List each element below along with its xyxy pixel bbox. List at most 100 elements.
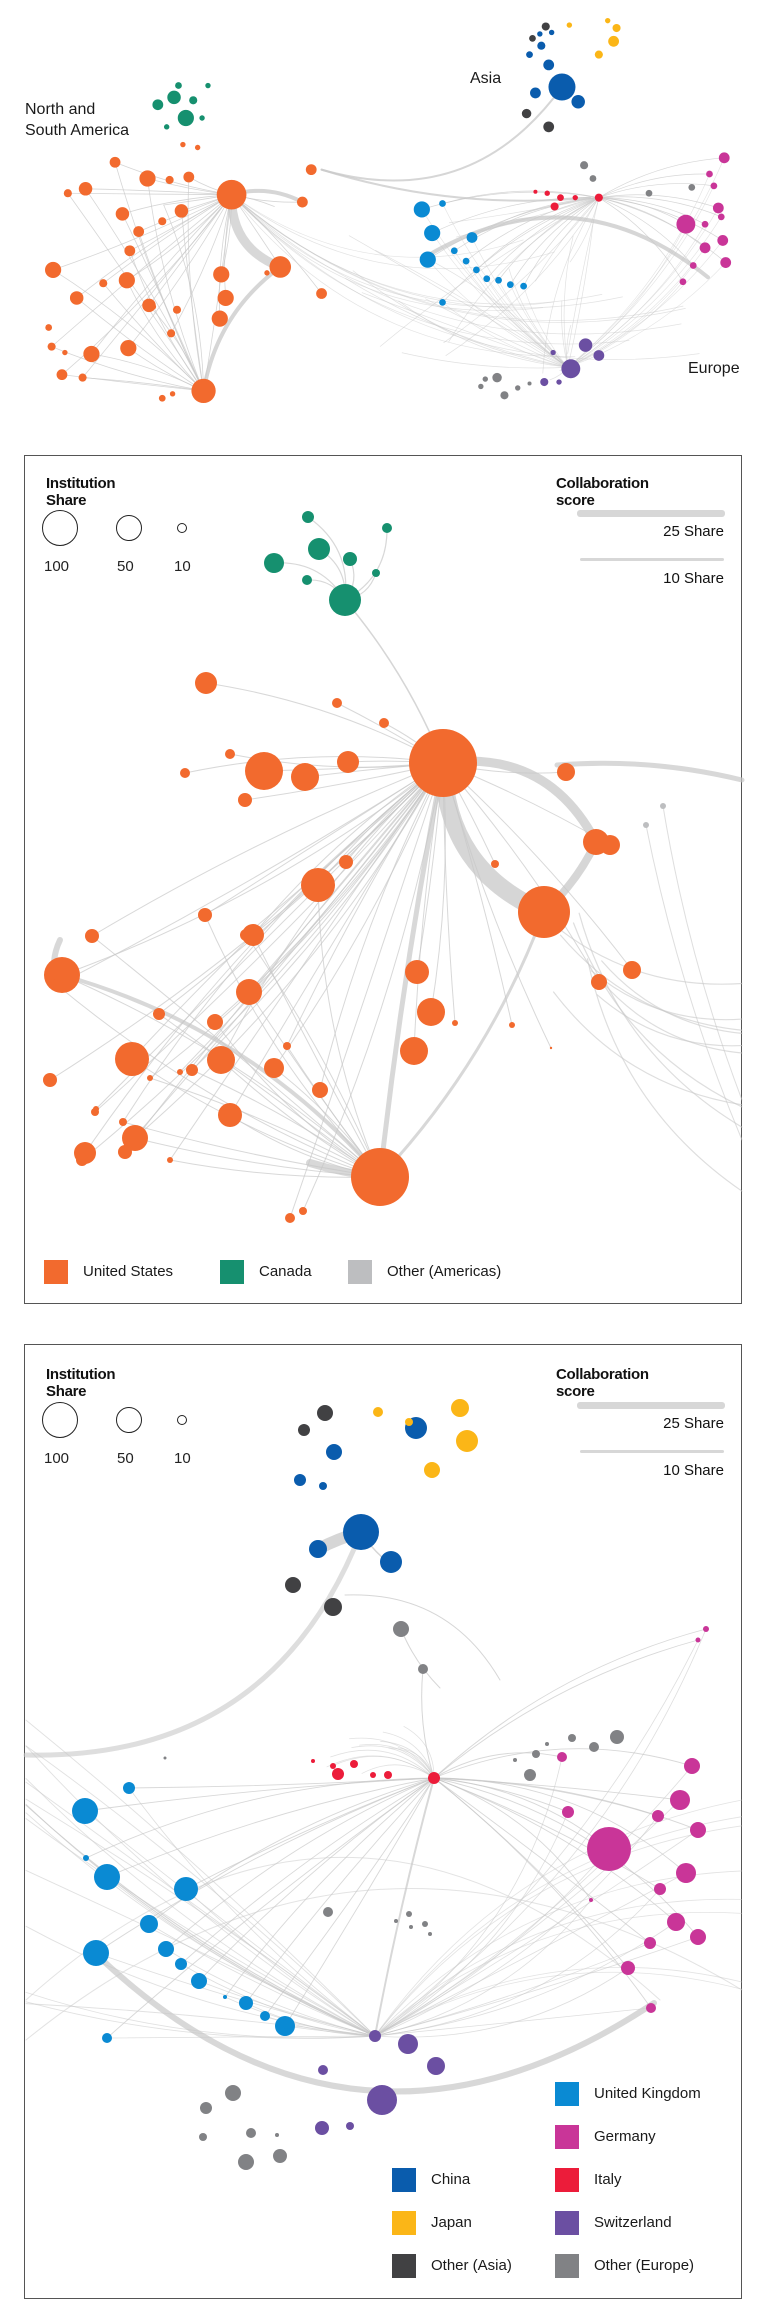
japan-node <box>608 35 619 47</box>
other-europe-node <box>500 391 509 400</box>
germany-node <box>679 278 687 286</box>
china-node <box>543 59 555 71</box>
china-node <box>537 31 543 37</box>
italy-node <box>544 190 550 196</box>
united-kingdom-node <box>483 275 491 283</box>
united-states-node <box>47 342 56 351</box>
collaboration-edge <box>320 168 591 202</box>
united-kingdom-node <box>495 276 502 284</box>
united-states-node <box>174 204 189 218</box>
united-states-node <box>180 141 186 148</box>
size-label-100: 100 <box>44 1450 70 1467</box>
region-label-line: North and <box>25 101 96 118</box>
switzerland-node <box>593 350 605 361</box>
united-states-node <box>264 270 270 276</box>
switzerland-node <box>578 338 593 352</box>
china-node <box>526 51 533 58</box>
united-states-node <box>45 261 62 279</box>
collaboration-edge <box>181 210 204 392</box>
collaboration-edge <box>567 262 726 368</box>
collaboration-edge <box>379 197 600 347</box>
legend-swatch-germany <box>555 2125 579 2149</box>
united-kingdom-node <box>419 251 436 268</box>
united-states-node <box>296 196 308 208</box>
collaboration-edge <box>320 86 563 182</box>
size-legend-title: Institution Share <box>46 475 116 509</box>
china-node <box>548 73 576 101</box>
collaboration-edge <box>567 157 725 368</box>
china-node <box>537 41 546 50</box>
japan-node <box>566 22 573 28</box>
united-kingdom-node <box>424 224 441 242</box>
other-europe-node <box>589 175 597 182</box>
united-kingdom-node <box>413 201 430 218</box>
size-100-circle-icon <box>42 510 78 546</box>
collab-legend-title: Collaboration score <box>556 475 649 509</box>
germany-node <box>710 182 718 190</box>
united-states-node <box>183 171 195 183</box>
other-europe-node <box>482 376 488 382</box>
legend-swatch-other-europe <box>555 2254 579 2278</box>
united-kingdom-node <box>506 281 514 289</box>
size-100-circle-icon <box>42 1402 78 1438</box>
switzerland-node <box>556 379 562 385</box>
united-states-node <box>269 256 292 278</box>
germany-node <box>720 257 732 268</box>
other-europe-node <box>580 161 589 170</box>
united-states-node <box>120 340 137 357</box>
legend-label-other-europe: Other (Europe) <box>594 2257 695 2274</box>
collab-25-label: 25 Share <box>663 1415 724 1432</box>
united-states-node <box>115 207 130 221</box>
collaboration-edge <box>201 264 283 393</box>
italy-node <box>533 189 538 194</box>
legend-swatch-other-asia <box>392 2254 416 2278</box>
united-states-node <box>191 378 216 404</box>
overview-network-graph <box>45 17 732 404</box>
united-states-node <box>216 179 247 210</box>
region-label-asia: Asia <box>470 70 502 87</box>
italy-node <box>594 193 603 202</box>
legend-swatch-china <box>392 2168 416 2192</box>
size-label-10: 10 <box>174 1450 191 1467</box>
size-10-circle-icon <box>177 1415 187 1425</box>
germany-node <box>699 242 711 254</box>
legend-swatch-united-states <box>44 1260 68 1284</box>
germany-node <box>712 202 724 214</box>
germany-node <box>717 235 729 246</box>
china-node <box>571 95 585 109</box>
collab-25-bar <box>577 510 725 517</box>
united-states-node <box>63 189 72 198</box>
united-states-node <box>169 391 176 397</box>
legend-label-japan: Japan <box>431 2214 472 2231</box>
collaboration-edge <box>231 194 554 307</box>
japan-node <box>605 17 611 24</box>
united-states-node <box>109 156 121 168</box>
united-states-node <box>124 245 136 257</box>
united-states-node <box>99 279 108 288</box>
united-states-node <box>133 226 145 237</box>
united-states-node <box>150 304 157 310</box>
italy-node <box>557 194 564 202</box>
united-states-node <box>217 289 234 307</box>
united-states-node <box>78 182 93 196</box>
legend-label-other-americas: Other (Americas) <box>387 1263 502 1280</box>
collab-10-bar <box>580 1450 724 1453</box>
united-states-node <box>316 288 327 299</box>
canada-node <box>163 124 170 130</box>
united-kingdom-node <box>439 200 446 207</box>
canada-node <box>199 115 205 121</box>
united-kingdom-node <box>462 257 470 265</box>
other-europe-node <box>527 381 532 386</box>
germany-node <box>701 220 709 228</box>
united-kingdom-node <box>520 282 527 290</box>
legend-swatch-united-kingdom <box>555 2082 579 2106</box>
other-europe-node <box>688 183 696 191</box>
collaboration-edge <box>231 194 524 258</box>
legend-label-canada: Canada <box>259 1263 312 1280</box>
united-states-node <box>78 373 87 382</box>
collaboration-edge <box>453 197 600 252</box>
canada-node <box>177 109 194 127</box>
japan-node <box>594 50 603 59</box>
united-kingdom-node <box>466 232 478 243</box>
united-states-node <box>305 164 317 176</box>
